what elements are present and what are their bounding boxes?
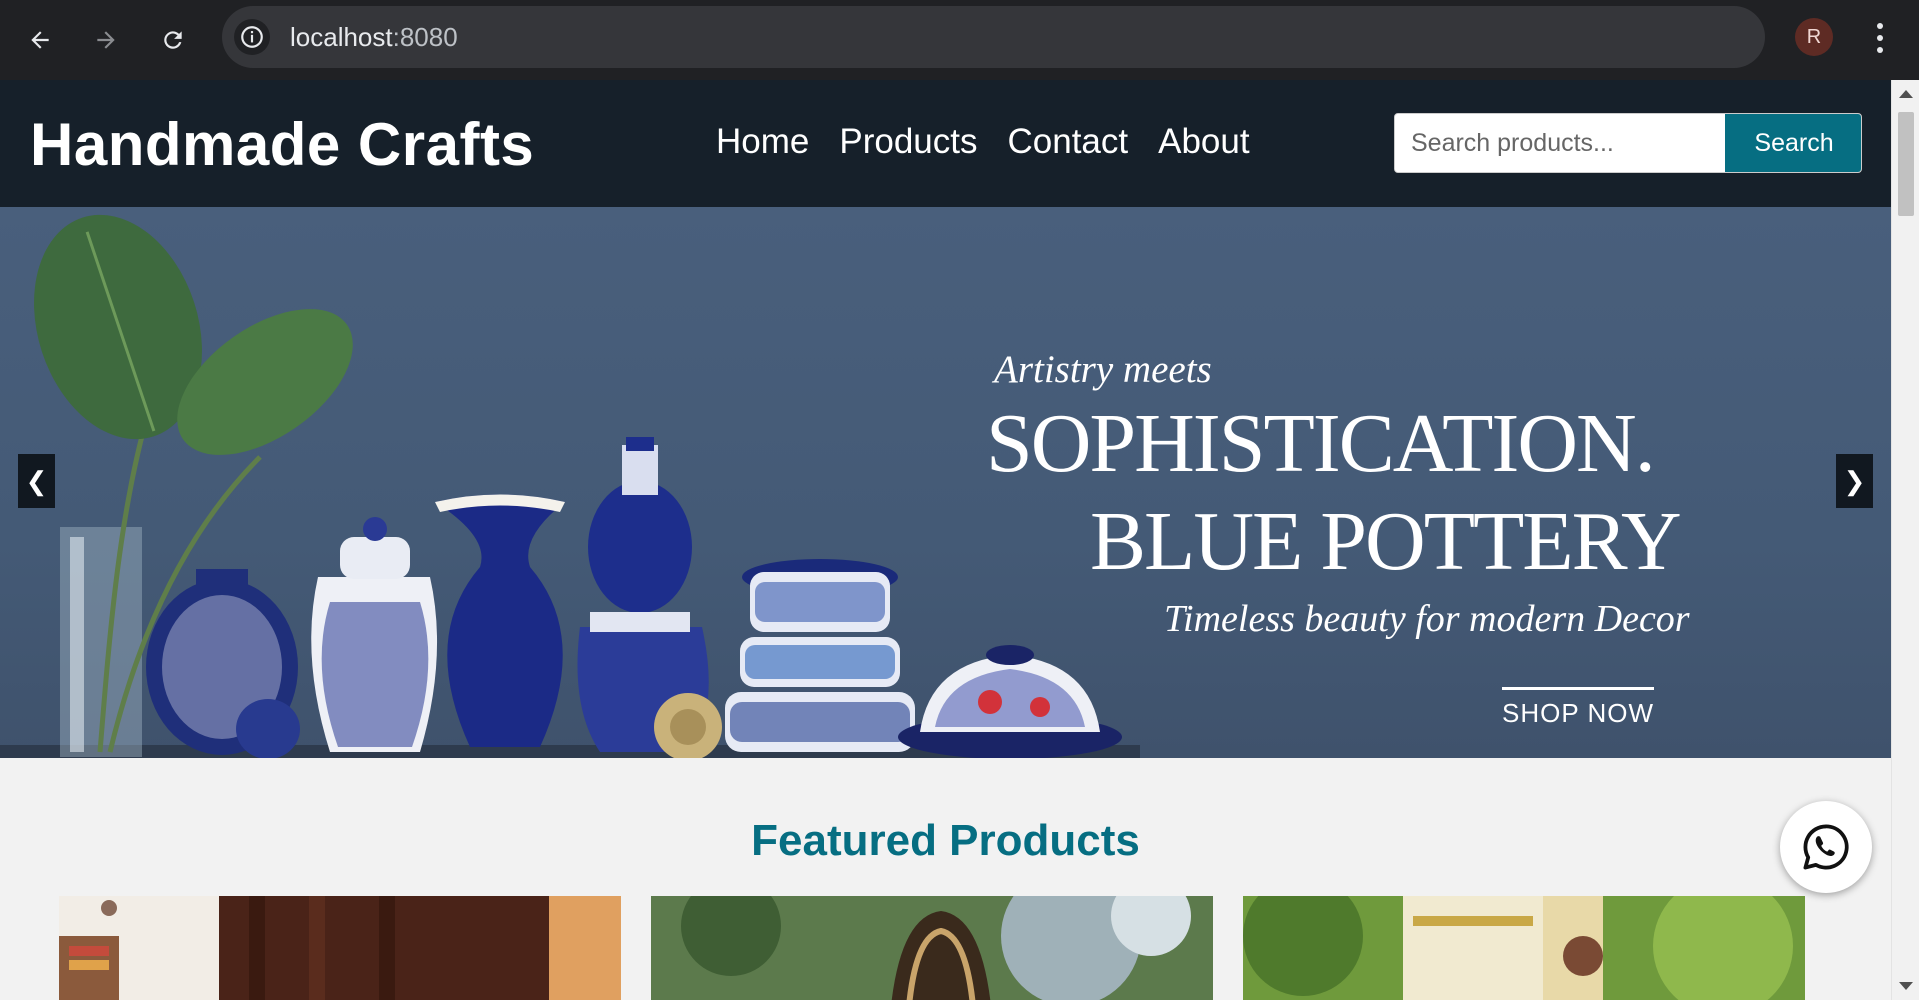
- nav-link-products[interactable]: Products: [839, 122, 977, 162]
- site-info-icon[interactable]: [234, 19, 270, 55]
- product-image: [59, 896, 621, 1000]
- whatsapp-chat-button[interactable]: [1780, 801, 1872, 893]
- browser-toolbar: localhost:8080 R: [0, 0, 1919, 80]
- product-card[interactable]: [59, 896, 621, 1000]
- url-text: localhost:8080: [290, 22, 458, 53]
- nav-link-home[interactable]: Home: [716, 122, 809, 162]
- carousel-prev-button[interactable]: ❮: [18, 454, 55, 508]
- nav-link-about[interactable]: About: [1158, 122, 1249, 162]
- reload-icon: [164, 31, 182, 49]
- product-image: [651, 896, 1213, 1000]
- browser-menu-icon[interactable]: [1866, 18, 1894, 58]
- scrollbar-thumb[interactable]: [1898, 112, 1914, 216]
- featured-products-heading: Featured Products: [751, 816, 1140, 865]
- search-button[interactable]: Search: [1725, 114, 1861, 172]
- hero-headline-2: BLUE POTTERY: [1090, 495, 1682, 588]
- address-bar[interactable]: localhost:8080: [222, 6, 1765, 68]
- nav-link-contact[interactable]: Contact: [1008, 122, 1129, 162]
- search-input[interactable]: [1395, 114, 1725, 172]
- main-nav: Home Products Contact About: [716, 122, 1250, 162]
- profile-avatar[interactable]: R: [1795, 18, 1833, 56]
- search-form: Search: [1394, 113, 1862, 173]
- url-host: localhost: [290, 22, 393, 52]
- back-button[interactable]: [16, 16, 64, 64]
- scroll-down-arrow-icon[interactable]: [1899, 982, 1913, 990]
- carousel-next-button[interactable]: ❯: [1836, 454, 1873, 508]
- hero-kicker: Artistry meets: [994, 348, 1212, 391]
- page-scrollbar[interactable]: [1891, 80, 1919, 1000]
- hero-subtitle: Timeless beauty for modern Decor: [1164, 598, 1690, 640]
- site-logo[interactable]: Handmade Crafts: [30, 110, 534, 179]
- shop-now-link[interactable]: SHOP NOW: [1502, 687, 1654, 729]
- back-arrow-icon: [31, 31, 49, 49]
- product-card[interactable]: [651, 896, 1213, 1000]
- site-header: Handmade Crafts Home Products Contact Ab…: [0, 80, 1891, 207]
- reload-button[interactable]: [149, 16, 197, 64]
- page-viewport: Handmade Crafts Home Products Contact Ab…: [0, 80, 1919, 1000]
- hero-carousel: Artistry meets SOPHISTICATION. BLUE POTT…: [0, 207, 1891, 758]
- hero-headline-1: SOPHISTICATION.: [986, 397, 1656, 490]
- product-card[interactable]: [1243, 896, 1805, 1000]
- scroll-up-arrow-icon[interactable]: [1899, 90, 1913, 98]
- whatsapp-icon: [1803, 824, 1849, 870]
- forward-arrow-icon: [97, 31, 115, 49]
- forward-button[interactable]: [82, 16, 130, 64]
- hero-image: [0, 214, 1140, 758]
- product-image: [1243, 896, 1805, 1000]
- url-port: :8080: [392, 22, 458, 52]
